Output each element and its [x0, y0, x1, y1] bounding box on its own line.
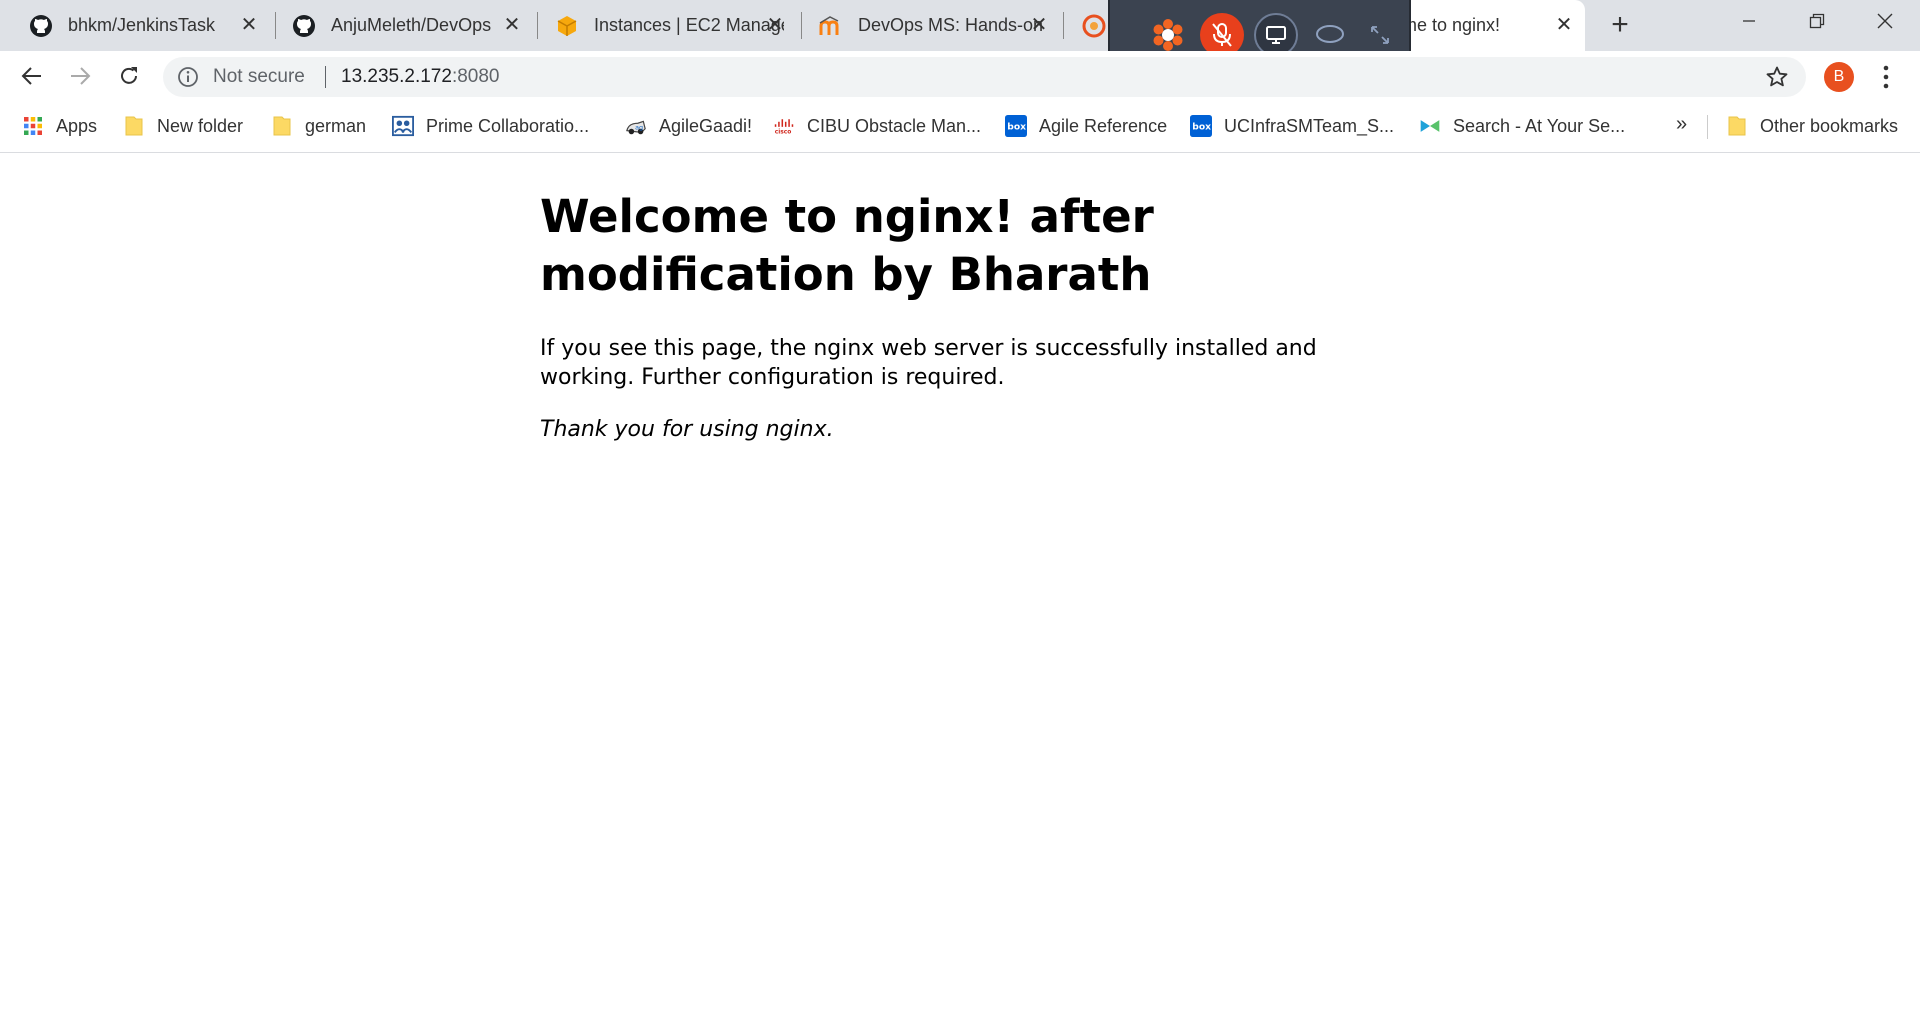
bookmark-agile-reference[interactable]: box Agile Reference — [1005, 113, 1167, 139]
bookmark-apps[interactable]: Apps — [22, 113, 97, 139]
bookmark-label: AgileGaadi! — [659, 115, 753, 136]
url-port: :8080 — [451, 66, 500, 87]
thank-you-text: Thank you for using nginx. — [540, 417, 834, 442]
bookmark-ucinfrasmteam[interactable]: box UCInfraSMTeam_S... — [1190, 113, 1394, 139]
bookmark-other-bookmarks[interactable]: Other bookmarks — [1726, 113, 1898, 139]
bookmarks-divider — [1707, 115, 1708, 139]
menu-kebab-icon[interactable] — [1875, 64, 1897, 90]
cisco-icon: cisco — [773, 115, 795, 137]
bookmark-label: Apps — [56, 115, 98, 136]
nginx-welcome-content: Welcome to nginx! after modification by … — [540, 188, 1340, 467]
share-screen-icon — [1266, 26, 1286, 44]
address-divider — [325, 66, 326, 88]
tab-ec2-instances[interactable]: Instances | EC2 Management ✕ — [526, 0, 796, 51]
new-tab-button[interactable]: + — [1604, 9, 1636, 41]
intro-paragraph: If you see this page, the nginx web serv… — [540, 336, 1317, 390]
apps-grid-icon — [22, 115, 44, 137]
address-bar[interactable]: Not secure 13.235.2.172:8080 — [163, 57, 1806, 97]
bookmark-cibu-obstacle[interactable]: cisco CIBU Obstacle Man... — [773, 113, 981, 139]
svg-text:box: box — [1192, 122, 1211, 133]
github-icon — [291, 13, 317, 39]
minimize-button[interactable] — [1716, 0, 1782, 42]
back-button[interactable] — [16, 60, 48, 92]
expand-icon — [1371, 26, 1389, 44]
tab-title: bhkm/JenkinsTask — [68, 15, 216, 35]
back-arrow-icon — [21, 67, 41, 85]
bookmark-label: Other bookmarks — [1760, 115, 1899, 136]
tab-github-devops[interactable]: AnjuMeleth/DevOps ✕ — [263, 0, 533, 51]
tab-title: AnjuMeleth/DevOps — [331, 15, 492, 35]
folder-icon — [271, 115, 293, 137]
bowtie-icon — [1419, 115, 1441, 137]
close-window-button[interactable] — [1852, 0, 1918, 42]
aws-cube-icon — [554, 13, 580, 39]
forward-button[interactable] — [64, 60, 96, 92]
bookmark-prime-collaboration[interactable]: Prime Collaboratio... — [392, 113, 589, 139]
github-icon — [28, 13, 54, 39]
tab-github-jenkinstask[interactable]: bhkm/JenkinsTask ✕ — [0, 0, 270, 51]
tab-devops-ms[interactable]: DevOps MS: Hands-on ✕ — [790, 0, 1060, 51]
close-tab-icon[interactable]: ✕ — [501, 14, 523, 36]
tab-title: Instances | EC2 Management — [594, 15, 784, 35]
bookmark-search-at-your-service[interactable]: Search - At Your Se... — [1419, 113, 1625, 139]
prime-collab-icon — [392, 115, 414, 137]
bookmark-agilegaadi[interactable]: ag AgileGaadi! — [625, 113, 752, 139]
info-icon[interactable] — [177, 66, 199, 88]
browser-toolbar: Not secure 13.235.2.172:8080 B — [0, 51, 1920, 101]
url-text[interactable]: 13.235.2.172:8080 — [341, 66, 500, 88]
box-icon: box — [1005, 115, 1027, 137]
box-icon: box — [1190, 115, 1212, 137]
restore-button[interactable] — [1784, 0, 1850, 42]
close-tab-icon[interactable]: ✕ — [764, 14, 786, 36]
webex-icon — [1081, 13, 1107, 39]
chat-icon — [1316, 25, 1344, 43]
web-page: Welcome to nginx! after modification by … — [0, 154, 1920, 1020]
forward-arrow-icon — [71, 67, 91, 85]
bookmark-german[interactable]: german — [271, 113, 366, 139]
agilegaadi-icon: ag — [625, 115, 647, 137]
tab-strip: bhkm/JenkinsTask ✕ AnjuMeleth/DevOps ✕ I… — [0, 0, 1920, 51]
close-tab-icon[interactable]: ✕ — [238, 14, 260, 36]
bookmarks-overflow-button[interactable]: » — [1676, 113, 1687, 136]
moodle-icon — [818, 13, 844, 39]
bookmarks-bar: Apps New folder german Prime Collaborati… — [0, 101, 1920, 153]
security-label[interactable]: Not secure — [213, 66, 305, 88]
folder-icon — [1726, 115, 1748, 137]
svg-text:ag: ag — [635, 124, 643, 132]
reload-button[interactable] — [113, 60, 145, 92]
url-host: 13.235.2.172 — [341, 66, 452, 87]
reload-icon — [121, 67, 137, 84]
close-tab-icon[interactable]: ✕ — [1553, 14, 1575, 36]
profile-avatar[interactable]: B — [1824, 62, 1854, 92]
bookmark-label: Prime Collaboratio... — [426, 115, 590, 136]
svg-text:box: box — [1007, 122, 1026, 133]
bookmark-label: CIBU Obstacle Man... — [807, 115, 982, 136]
page-heading: Welcome to nginx! after modification by … — [540, 190, 1154, 301]
bookmark-new-folder[interactable]: New folder — [123, 113, 243, 139]
svg-text:cisco: cisco — [775, 130, 792, 136]
bookmark-star-icon[interactable] — [1765, 65, 1789, 89]
bookmark-label: Search - At Your Se... — [1453, 115, 1626, 136]
folder-icon — [123, 115, 145, 137]
close-tab-icon[interactable]: ✕ — [1028, 14, 1050, 36]
bookmark-label: german — [305, 115, 367, 136]
bookmark-label: UCInfraSMTeam_S... — [1224, 115, 1395, 136]
mic-muted-icon — [1212, 23, 1232, 47]
tab-title: DevOps MS: Hands-on — [858, 15, 1044, 35]
tab-webex[interactable] — [1053, 0, 1113, 51]
bookmark-label: New folder — [157, 115, 244, 136]
bookmark-label: Agile Reference — [1039, 115, 1168, 136]
